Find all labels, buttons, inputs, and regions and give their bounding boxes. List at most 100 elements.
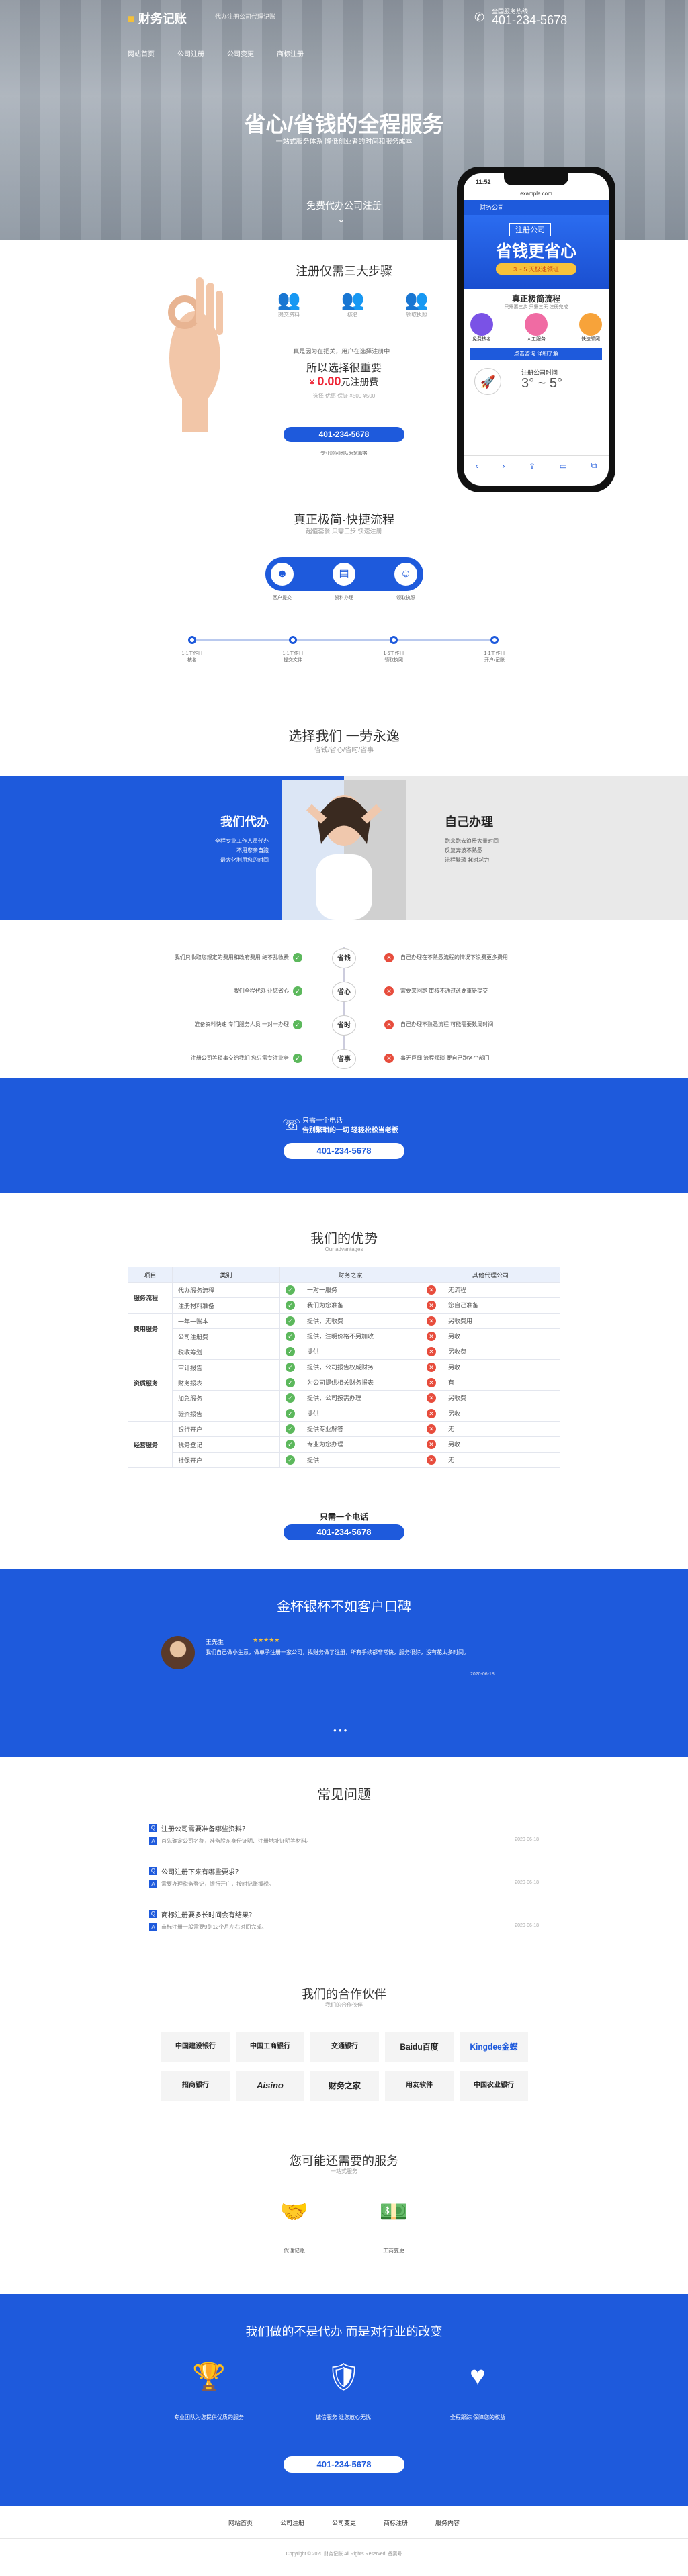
- step: 👥 领取执照: [396, 289, 437, 318]
- table-row: 财务报表 ✓ 为公司提供相关财务报表 ✕ 有: [128, 1375, 560, 1391]
- cross-icon: ✕: [427, 1347, 436, 1357]
- back-icon[interactable]: ‹: [476, 461, 478, 471]
- faq-date: 2020-06-18: [515, 1880, 539, 1885]
- license-icon[interactable]: [579, 313, 602, 336]
- nav-trademark[interactable]: 商标注册: [277, 48, 304, 58]
- others-cell: ✕ 有: [421, 1375, 560, 1391]
- adv-phone-button[interactable]: 401-234-5678: [284, 1524, 404, 1540]
- partner-logo[interactable]: 招商银行: [161, 2071, 230, 2101]
- rocket-icon: 🚀: [474, 368, 501, 395]
- others-text: 另收费: [448, 1394, 467, 1401]
- phone-mockup: 11:52 example.com 财务公司 注册公司 省钱更省心 3 ~ 5 …: [457, 167, 615, 492]
- compare-section: 我们只收取您规定的费用和政府费用 绝不乱收费 ✓ 省钱 ✕ 自己办理在不熟悉流程…: [0, 920, 688, 1078]
- search-icon[interactable]: [470, 313, 493, 336]
- handshake-icon[interactable]: 🤝: [274, 2199, 314, 2228]
- share-icon[interactable]: ⇪: [529, 461, 535, 471]
- partner-logo[interactable]: 用友软件: [385, 2071, 454, 2101]
- nav: 网站首页 公司注册 公司变更 商标注册: [128, 48, 304, 58]
- register-phone-button[interactable]: 401-234-5678: [284, 427, 404, 442]
- others-text: 您自己准备: [448, 1301, 479, 1309]
- nav-change[interactable]: 公司变更: [227, 48, 254, 58]
- others-cell: ✕ 另收: [421, 1359, 560, 1375]
- partner-logo[interactable]: 财务之家: [310, 2071, 379, 2101]
- ours-text: 一对一服务: [307, 1286, 338, 1293]
- call-phone-button[interactable]: 401-234-5678: [284, 1143, 404, 1159]
- others-text: 另收费: [448, 1348, 467, 1355]
- check-icon: ✓: [286, 1409, 295, 1419]
- check-icon: ✓: [293, 953, 302, 962]
- service-icon[interactable]: [525, 313, 548, 336]
- others-cell: ✕ 另收: [421, 1328, 560, 1344]
- compare-left: 我们全程代办 让您省心: [233, 988, 289, 994]
- logo[interactable]: ■ 财务记账: [128, 9, 187, 27]
- nav-register[interactable]: 公司注册: [177, 48, 204, 58]
- compare-tag: 省事: [332, 1049, 356, 1069]
- partner-logo[interactable]: Aisino: [236, 2071, 304, 2101]
- table-header: 其他代理公司: [421, 1267, 560, 1283]
- footer-link[interactable]: 服务内容: [435, 2518, 460, 2527]
- faq-question: 商标注册要多长时间会有结果？: [161, 1912, 255, 1919]
- ours-cell: ✓ 提供专业解答: [280, 1421, 421, 1437]
- faq-item[interactable]: Q 商标注册要多长时间会有结果？ A 商标注册一般需要9到12个月左右时间完成。…: [149, 1908, 539, 1943]
- timeline-dot: [188, 636, 196, 644]
- category-cell: 加急服务: [172, 1390, 280, 1406]
- nav-home[interactable]: 网站首页: [128, 48, 155, 58]
- flow-label: 领取执照: [396, 596, 415, 600]
- ours-cell: ✓ 提供，无收费: [280, 1313, 421, 1329]
- footer-link[interactable]: 公司注册: [280, 2518, 304, 2527]
- ours-cell: ✓ 提供: [280, 1344, 421, 1360]
- partner-logo[interactable]: 交通银行: [310, 2032, 379, 2062]
- book-icon[interactable]: ▭: [560, 461, 567, 471]
- ours-text: 提供: [307, 1410, 320, 1417]
- others-text: 另收: [448, 1440, 461, 1448]
- forward-icon[interactable]: ›: [502, 461, 505, 471]
- flow-circle: ▤: [331, 561, 357, 588]
- phone-reg-value: 3° ~ 5°: [521, 376, 563, 391]
- flow-title: 真正极简·快捷流程: [294, 513, 394, 526]
- maybe-item-label: 代理记账: [284, 2248, 305, 2254]
- maybe-subtitle: 一站式服务: [331, 2168, 357, 2174]
- compare-right: 自己办理不熟悉流程 可能需要数周时间: [400, 1021, 494, 1027]
- compare-tag: 省时: [332, 1015, 356, 1036]
- faq-item[interactable]: Q 注册公司需要准备哪些资料？ A 首先确定公司名称，准备股东身份证明、注册地址…: [149, 1823, 539, 1857]
- check-icon: ✓: [293, 1020, 302, 1029]
- others-text: 无流程: [448, 1286, 467, 1293]
- group-cell: 费用服务: [128, 1313, 173, 1344]
- footer-link[interactable]: 公司变更: [332, 2518, 356, 2527]
- money-icon[interactable]: 💵: [374, 2199, 414, 2228]
- question-icon: Q: [149, 1867, 157, 1875]
- phone-badge: 3 ~ 5 天极速领证: [496, 263, 576, 275]
- ours-cell: ✓ 提供: [280, 1406, 421, 1422]
- faq-section: 常见问题 Q 注册公司需要准备哪些资料？ A 首先确定公司名称，准备股东身份证明…: [0, 1757, 688, 1958]
- partner-logo[interactable]: Baidu百度: [385, 2032, 454, 2062]
- partner-logo[interactable]: 中国建设银行: [161, 2032, 230, 2062]
- footer-link[interactable]: 网站首页: [228, 2518, 253, 2527]
- phone-notch: [504, 173, 568, 185]
- footer-link[interactable]: 商标注册: [384, 2518, 408, 2527]
- partner-logo[interactable]: Kingdee金蝶: [460, 2032, 528, 2062]
- mission-item-text: 全程跟踪 保障您的权益: [449, 2414, 506, 2420]
- hero-cta[interactable]: 免费代办公司注册: [277, 199, 411, 212]
- category-cell: 税收筹划: [172, 1344, 280, 1360]
- ours-text: 专业为您办理: [307, 1440, 344, 1448]
- table-row: 社保开户 ✓ 提供 ✕ 无: [128, 1452, 560, 1468]
- user-icon: 👥: [341, 289, 365, 310]
- faq-item[interactable]: Q 公司注册下来有哪些要求？ A 需要办理税务登记，银行开户，按时记账报税。 2…: [149, 1866, 539, 1900]
- footer-links: 网站首页 公司注册 公司变更 商标注册 服务内容: [228, 2518, 460, 2527]
- others-cell: ✕ 无: [421, 1421, 560, 1437]
- check-icon: ✓: [286, 1301, 295, 1311]
- carousel-dots[interactable]: ●●●: [333, 1727, 349, 1733]
- mission-phone-button[interactable]: 401-234-5678: [284, 2456, 404, 2473]
- logo-tagline: 代办注册公司代理记账: [215, 13, 276, 20]
- faq-date: 2020-06-18: [515, 1837, 539, 1842]
- partner-logo[interactable]: 中国工商银行: [236, 2032, 304, 2062]
- testimonial-section: 金杯银杯不如客户口碑 王先生 ★★★★★ 我们自己做小生意，做单子注册一家公司，…: [0, 1569, 688, 1757]
- table-row: 注册材料准备 ✓ 我们为您准备 ✕ 您自己准备: [128, 1297, 560, 1314]
- phone-button[interactable]: 点击咨询 详细了解: [470, 348, 602, 360]
- tabs-icon[interactable]: ⧉: [591, 461, 597, 471]
- timeline-step: 领取执照: [384, 658, 403, 663]
- check-icon: ✓: [286, 1440, 295, 1450]
- partner-logo[interactable]: 中国农业银行: [460, 2071, 528, 2101]
- ours-cell: ✓ 提供: [280, 1452, 421, 1468]
- phone-flow-title: 真正极简流程: [511, 294, 560, 304]
